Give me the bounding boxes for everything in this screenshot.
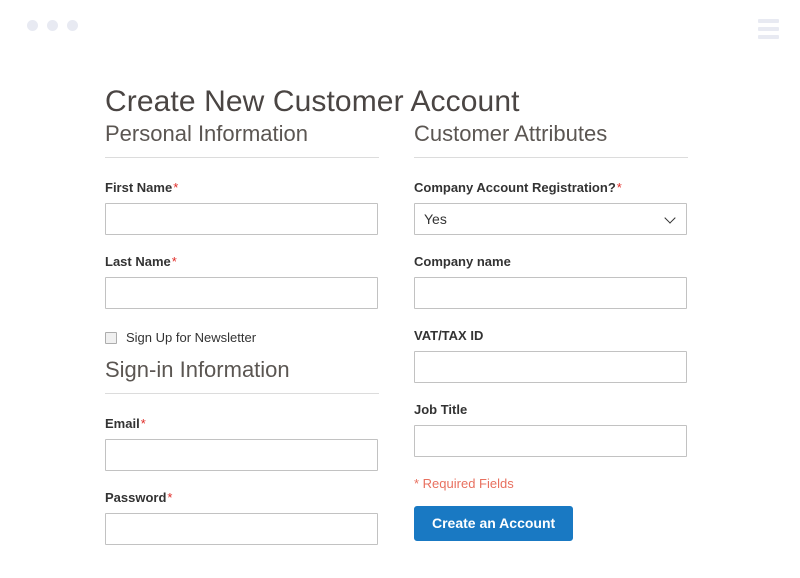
label-last-name-text: Last Name	[105, 254, 171, 269]
left-column: Personal Information First Name* Last Na…	[105, 120, 379, 564]
field-first-name: First Name*	[105, 180, 379, 235]
label-company-name: Company name	[414, 254, 511, 269]
company-name-input[interactable]	[414, 277, 687, 309]
label-password-text: Password	[105, 490, 167, 505]
window-controls	[27, 20, 78, 31]
field-vat-tax-id: VAT/TAX ID	[414, 328, 688, 383]
label-email-text: Email	[105, 416, 140, 431]
label-password: Password*	[105, 490, 379, 506]
email-input[interactable]	[105, 439, 378, 471]
required-asterisk-first-name: *	[173, 180, 179, 195]
window-titlebar	[0, 0, 800, 52]
label-company-account-registration: Company Account Registration?*	[414, 180, 688, 196]
required-asterisk-last-name: *	[171, 254, 177, 269]
hamburger-bar-1	[758, 19, 779, 23]
field-password: Password*	[105, 490, 379, 545]
company-account-registration-select[interactable]: Yes	[414, 203, 687, 235]
window-close-dot[interactable]	[27, 20, 38, 31]
legend-signin-information: Sign-in Information	[105, 356, 379, 394]
label-last-name: Last Name*	[105, 254, 379, 270]
password-input[interactable]	[105, 513, 378, 545]
label-job-title: Job Title	[414, 402, 468, 417]
newsletter-checkbox[interactable]	[105, 332, 117, 344]
label-email: Email*	[105, 416, 379, 432]
newsletter-checkbox-row[interactable]: Sign Up for Newsletter	[105, 328, 379, 348]
label-first-name-text: First Name	[105, 180, 173, 195]
field-email: Email*	[105, 416, 379, 471]
label-company-account-registration-text: Company Account Registration?	[414, 180, 616, 195]
right-column: Customer Attributes Company Account Regi…	[414, 120, 688, 541]
newsletter-checkbox-label: Sign Up for Newsletter	[126, 330, 257, 345]
job-title-input[interactable]	[414, 425, 687, 457]
label-first-name: First Name*	[105, 180, 379, 196]
create-account-button[interactable]: Create an Account	[414, 506, 574, 541]
field-company-account-registration: Company Account Registration?* Yes	[414, 180, 688, 235]
window-minimize-dot[interactable]	[47, 20, 58, 31]
last-name-input[interactable]	[105, 277, 378, 309]
hamburger-bar-3	[758, 35, 779, 39]
legend-personal-information: Personal Information	[105, 120, 379, 158]
hamburger-menu-icon[interactable]	[758, 19, 779, 39]
legend-customer-attributes: Customer Attributes	[414, 120, 688, 158]
field-company-name: Company name	[414, 254, 688, 309]
required-asterisk-company-account-registration: *	[616, 180, 622, 195]
required-fields-note: * Required Fields	[414, 476, 514, 491]
first-name-input[interactable]	[105, 203, 378, 235]
vat-tax-id-input[interactable]	[414, 351, 687, 383]
field-last-name: Last Name*	[105, 254, 379, 309]
browser-window: Create New Customer Account Personal Inf…	[0, 0, 800, 578]
hamburger-bar-2	[758, 27, 779, 31]
company-account-registration-select-wrap[interactable]: Yes	[414, 203, 687, 235]
window-maximize-dot[interactable]	[67, 20, 78, 31]
page-title: Create New Customer Account	[105, 85, 520, 119]
field-job-title: Job Title	[414, 402, 688, 457]
label-vat-tax-id: VAT/TAX ID	[414, 328, 484, 343]
required-asterisk-email: *	[140, 416, 146, 431]
required-asterisk-password: *	[167, 490, 173, 505]
